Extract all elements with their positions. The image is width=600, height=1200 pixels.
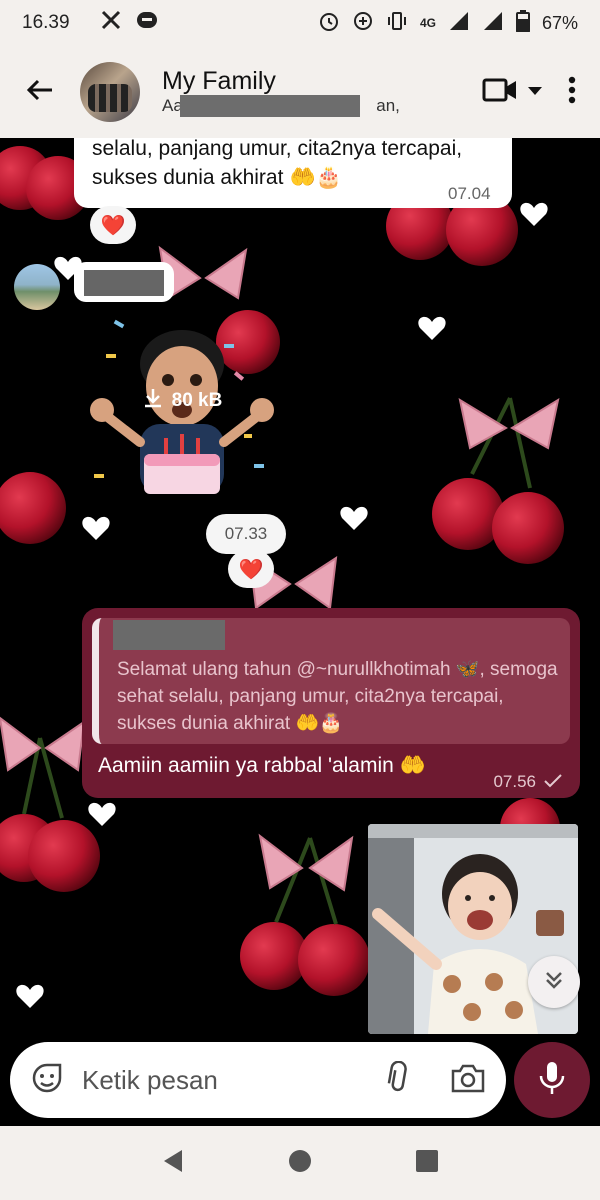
reaction-emoji: ❤️: [100, 214, 126, 237]
sticker-icon[interactable]: [30, 1061, 64, 1100]
download-icon: [142, 387, 164, 415]
redaction-block: [180, 95, 360, 117]
back-arrow-icon: [24, 74, 56, 111]
status-right: 4G 67%: [318, 9, 578, 37]
nav-back-icon[interactable]: [160, 1148, 186, 1179]
message-input[interactable]: Ketik pesan: [82, 1065, 386, 1096]
status-left: 16.39: [22, 9, 158, 37]
chat-area[interactable]: selalu, panjang umur, cita2nya tercapai,…: [0, 138, 600, 1040]
message-line-1: selalu, panjang umur, cita2nya tercapai,: [92, 138, 463, 160]
sticker-time: 07.33: [224, 524, 268, 543]
status-time: 16.39: [22, 12, 70, 33]
group-avatar[interactable]: [80, 62, 140, 122]
sender-name: [74, 262, 174, 302]
message-icon: [136, 9, 158, 37]
chat-header: My Family Aa an, ...: [0, 46, 600, 138]
data-saver-icon: [352, 10, 374, 37]
double-chevron-down-icon: [543, 969, 565, 996]
quoted-text: Selamat ulang tahun @~nurullkhotimah 🦋, …: [117, 659, 558, 734]
signal-2-icon: [482, 10, 504, 37]
scroll-down-button[interactable]: [528, 956, 580, 1008]
x-icon: [100, 9, 122, 37]
outgoing-message[interactable]: Selamat ulang tahun @~nurullkhotimah 🦋, …: [82, 608, 580, 798]
nav-recents-icon[interactable]: [414, 1148, 440, 1179]
network-type: 4G: [419, 16, 436, 30]
dropdown-icon: [528, 83, 542, 101]
message-line-2: sukses dunia akhirat: [92, 166, 284, 189]
battery-icon: [515, 9, 530, 37]
vibrate-icon: [386, 10, 408, 37]
sender-avatar[interactable]: [14, 264, 60, 310]
signal-icon: [448, 10, 470, 37]
alarm-icon: [318, 10, 340, 37]
sticker-message[interactable]: 80 kB: [84, 314, 280, 514]
message-emoji: 🤲🎂: [289, 166, 342, 189]
group-title: My Family: [162, 67, 276, 95]
quoted-sender-redaction: [113, 620, 225, 650]
outgoing-text: Aamiin aamiin ya rabbal 'alamin 🤲: [98, 754, 426, 777]
quoted-message[interactable]: Selamat ulang tahun @~nurullkhotimah 🦋, …: [92, 618, 570, 744]
sticker-reaction-emoji: ❤️: [238, 558, 264, 581]
sticker-download-overlay[interactable]: 80 kB: [122, 378, 242, 424]
members-end: an, ...: [376, 96, 402, 115]
group-info[interactable]: My Family Aa an, ...: [162, 67, 402, 117]
back-button[interactable]: [0, 46, 80, 138]
incoming-message[interactable]: selalu, panjang umur, cita2nya tercapai,…: [74, 138, 512, 208]
sender-name-redaction: [84, 270, 164, 296]
header-actions: [482, 76, 600, 109]
message-composer[interactable]: Ketik pesan: [10, 1042, 506, 1118]
system-nav-bar: [0, 1126, 600, 1200]
outgoing-time: 07.56: [493, 772, 536, 791]
video-call-button[interactable]: [482, 76, 542, 109]
nav-home-icon[interactable]: [287, 1148, 313, 1179]
message-time: 07.04: [448, 184, 491, 203]
mic-button[interactable]: [514, 1042, 590, 1118]
download-size: 80 kB: [171, 390, 223, 411]
reaction-badge[interactable]: ❤️: [90, 206, 136, 244]
mic-icon: [537, 1060, 567, 1101]
battery-percent: 67%: [541, 12, 578, 33]
sticker-time-badge: 07.33: [206, 514, 286, 554]
video-call-icon: [482, 76, 518, 109]
sent-check-icon: [544, 774, 562, 793]
attach-icon[interactable]: [386, 1060, 412, 1100]
camera-icon[interactable]: [450, 1062, 486, 1099]
group-members: Aa an, ...: [162, 95, 402, 117]
more-vert-icon[interactable]: [568, 76, 576, 109]
composer-actions: [386, 1060, 486, 1100]
sticker-reaction-badge[interactable]: ❤️: [228, 550, 274, 588]
status-bar: 16.39 4G 67%: [0, 0, 600, 46]
